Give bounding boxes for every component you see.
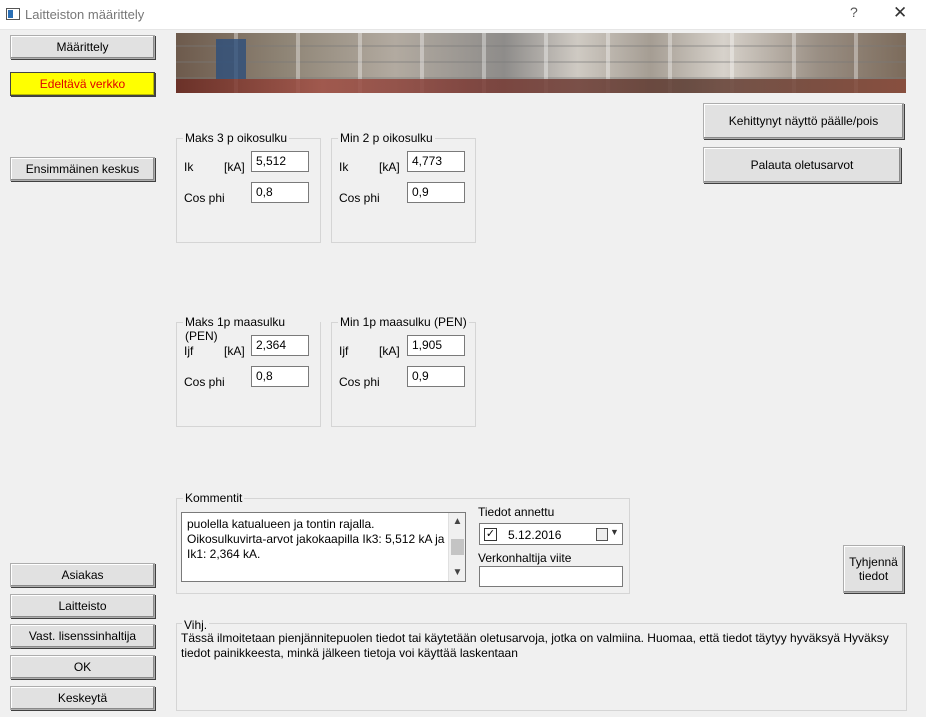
clear-data-label-1: Tyhjennä xyxy=(849,555,898,569)
calendar-icon[interactable] xyxy=(596,528,608,541)
scroll-down-icon[interactable]: ▼ xyxy=(449,564,466,581)
edellinen-verkko-button[interactable]: Edeltävä verkko xyxy=(10,72,155,96)
max3p-ik-input[interactable]: 5,512 xyxy=(251,151,309,172)
min2p-ik-input[interactable]: 4,773 xyxy=(407,151,465,172)
comment-textarea[interactable]: puolella katualueen ja tontin rajalla. O… xyxy=(181,512,466,582)
max3p-cosphi-input[interactable]: 0,8 xyxy=(251,182,309,203)
hint-title: Vihj. xyxy=(182,618,210,632)
close-icon[interactable]: ✕ xyxy=(893,3,907,23)
app-icon xyxy=(6,8,20,20)
asiakas-button[interactable]: Asiakas xyxy=(10,563,155,587)
ijf-label: Ijf xyxy=(339,344,349,358)
scroll-thumb[interactable] xyxy=(451,539,464,555)
ijf-label: Ijf xyxy=(184,344,194,358)
unit-label: [kA] xyxy=(224,160,245,174)
unit-label: [kA] xyxy=(379,344,400,358)
comment-text: puolella katualueen ja tontin rajalla. O… xyxy=(187,517,445,561)
group-title: Min 1p maasulku (PEN) xyxy=(338,315,469,329)
group-title: Min 2 p oikosulku xyxy=(338,131,435,145)
max1p-cosphi-input[interactable]: 0,8 xyxy=(251,366,309,387)
hint-box: Vihj. Tässä ilmoitetaan pienjännitepuole… xyxy=(176,618,907,711)
window-title: Laitteiston määrittely xyxy=(25,7,145,22)
cos-phi-label: Cos phi xyxy=(339,375,380,389)
maarittely-button[interactable]: Määrittely xyxy=(10,35,155,59)
unit-label: [kA] xyxy=(224,344,245,358)
title-bar: Laitteiston määrittely ? ✕ xyxy=(0,0,926,30)
ik-label: Ik xyxy=(339,160,349,174)
operator-ref-label: Verkonhaltija viite xyxy=(478,551,572,565)
help-icon[interactable]: ? xyxy=(850,4,858,20)
min1p-cosphi-input[interactable]: 0,9 xyxy=(407,366,465,387)
hint-text: Tässä ilmoitetaan pienjännitepuolen tied… xyxy=(181,631,889,660)
ik-label: Ik xyxy=(184,160,194,174)
min2p-cosphi-input[interactable]: 0,9 xyxy=(407,182,465,203)
group-title: Maks 3 p oikosulku xyxy=(183,131,290,145)
keskeyta-button[interactable]: Keskeytä xyxy=(10,686,155,710)
clear-data-label-2: tiedot xyxy=(858,569,889,583)
scroll-up-icon[interactable]: ▲ xyxy=(449,513,466,530)
chevron-down-icon[interactable]: ▼ xyxy=(610,527,619,537)
operator-ref-input[interactable] xyxy=(479,566,623,587)
clear-data-button[interactable]: Tyhjennä tiedot xyxy=(843,545,904,593)
comments-title: Kommentit xyxy=(183,491,245,505)
laitteisto-button[interactable]: Laitteisto xyxy=(10,594,155,618)
comment-scrollbar[interactable]: ▲ ▼ xyxy=(448,513,465,581)
date-value: 5.12.2016 xyxy=(508,528,562,542)
lisenssinhaltija-button[interactable]: Vast. lisenssinhaltija xyxy=(10,624,155,648)
ok-button[interactable]: OK xyxy=(10,655,155,679)
unit-label: [kA] xyxy=(379,160,400,174)
max1p-ijf-input[interactable]: 2,364 xyxy=(251,335,309,356)
min1p-ijf-input[interactable]: 1,905 xyxy=(407,335,465,356)
ensimmainen-keskus-button[interactable]: Ensimmäinen keskus xyxy=(10,157,155,181)
cos-phi-label: Cos phi xyxy=(184,375,225,389)
restore-defaults-button[interactable]: Palauta oletusarvot xyxy=(703,147,901,183)
banner-image xyxy=(176,33,906,93)
data-given-label: Tiedot annettu xyxy=(478,505,555,519)
data-given-checkbox[interactable]: ✓ xyxy=(484,528,497,541)
cos-phi-label: Cos phi xyxy=(339,191,380,205)
data-given-datepicker[interactable]: ✓ 5.12.2016 ▼ xyxy=(479,523,623,545)
advanced-view-button[interactable]: Kehittynyt näyttö päälle/pois xyxy=(703,103,904,139)
cos-phi-label: Cos phi xyxy=(184,191,225,205)
